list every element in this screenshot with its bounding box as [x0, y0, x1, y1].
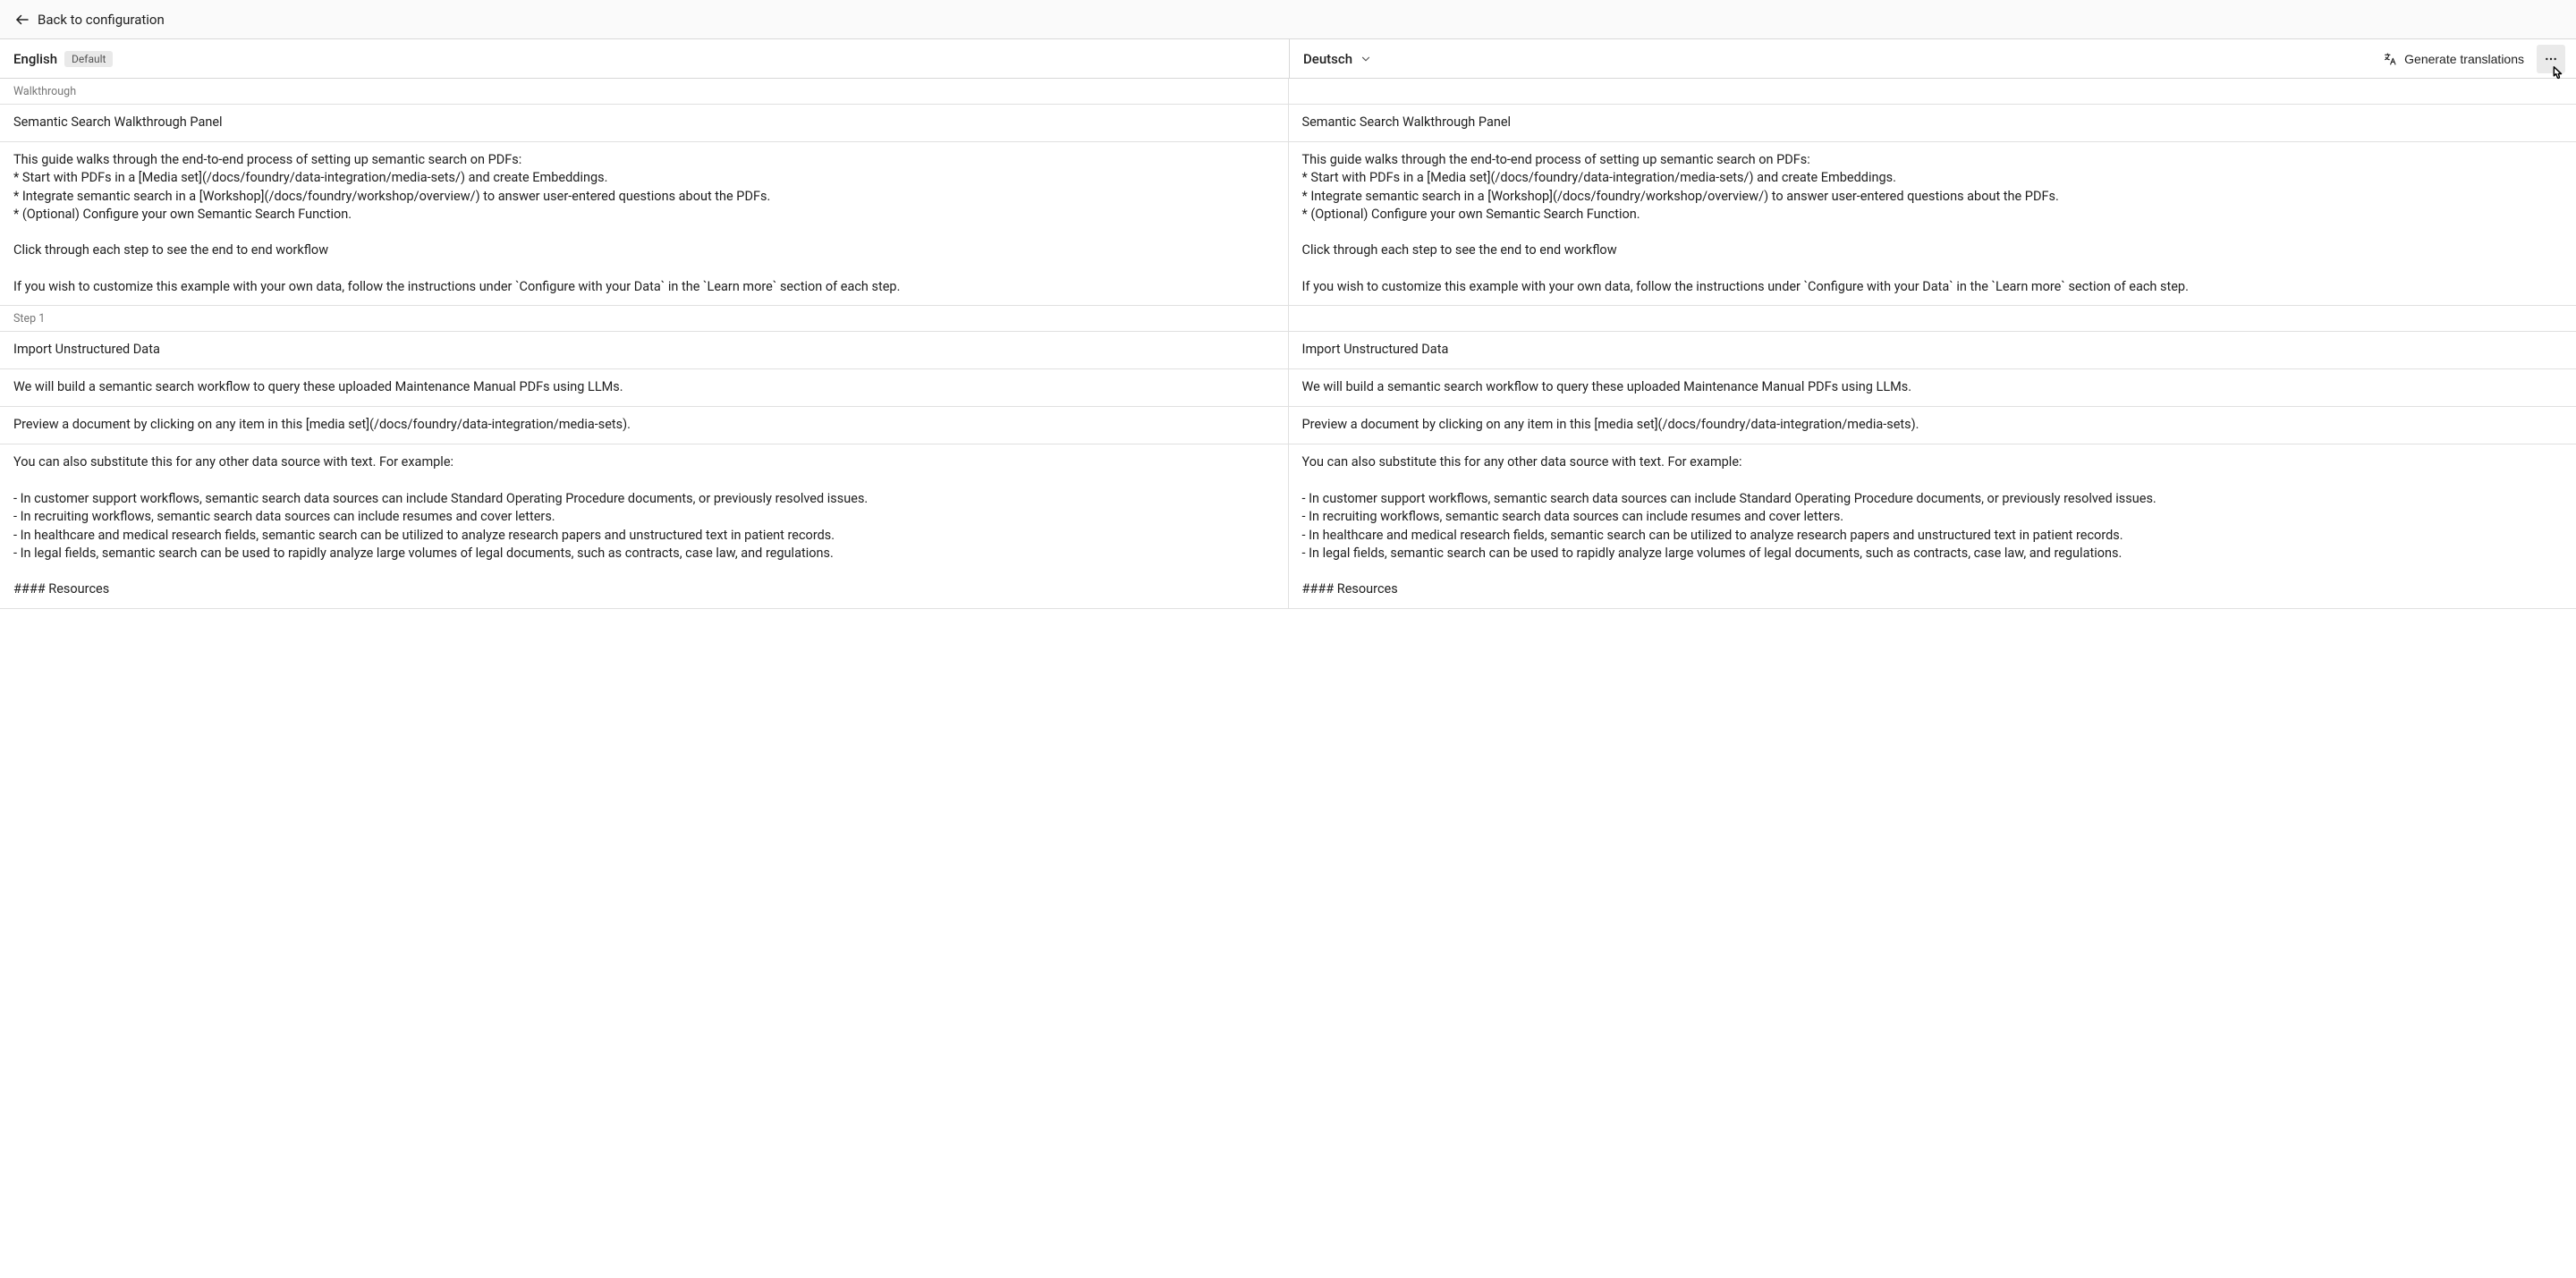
source-cell[interactable]: You can also substitute this for any oth… [0, 444, 1289, 607]
translate-icon [2383, 52, 2397, 66]
source-cell[interactable]: Preview a document by clicking on any it… [0, 407, 1289, 444]
arrow-left-icon [14, 12, 30, 28]
back-to-configuration-link[interactable]: Back to configuration [14, 12, 165, 28]
source-language-label: English [13, 51, 57, 67]
target-language-label: Deutsch [1303, 51, 1352, 67]
default-badge: Default [64, 51, 113, 67]
translation-row: Preview a document by clicking on any it… [0, 407, 2576, 444]
target-cell[interactable]: You can also substitute this for any oth… [1289, 444, 2576, 607]
more-horizontal-icon [2544, 52, 2558, 66]
target-cell[interactable]: Semantic Search Walkthrough Panel [1289, 105, 2576, 141]
source-language-col: English Default [0, 39, 1290, 78]
translation-row: You can also substitute this for any oth… [0, 444, 2576, 608]
source-cell[interactable]: This guide walks through the end-to-end … [0, 142, 1289, 305]
target-cell[interactable]: Preview a document by clicking on any it… [1289, 407, 2576, 444]
translation-row: Semantic Search Walkthrough Panel Semant… [0, 105, 2576, 142]
source-cell[interactable]: Import Unstructured Data [0, 332, 1289, 368]
translation-row: Import Unstructured Data Import Unstruct… [0, 332, 2576, 369]
target-language-col: Deutsch Generate translations [1290, 39, 2576, 78]
target-language-dropdown[interactable]: Deutsch [1303, 51, 1372, 67]
section-label: Walkthrough [0, 79, 1289, 104]
target-cell[interactable]: We will build a semantic search workflow… [1289, 369, 2576, 406]
more-options-button[interactable] [2537, 45, 2565, 73]
source-cell[interactable]: Semantic Search Walkthrough Panel [0, 105, 1289, 141]
section-label-right [1289, 306, 2576, 331]
translation-row: We will build a semantic search workflow… [0, 369, 2576, 407]
language-header: English Default Deutsch Gen [0, 39, 2576, 79]
translation-content: Walkthrough Semantic Search Walkthrough … [0, 79, 2576, 1278]
target-cell[interactable]: Import Unstructured Data [1289, 332, 2576, 368]
section-label: Step 1 [0, 306, 1289, 331]
section-header-row: Step 1 [0, 306, 2576, 332]
section-header-row: Walkthrough [0, 79, 2576, 105]
top-bar: Back to configuration [0, 0, 2576, 39]
source-cell[interactable]: We will build a semantic search workflow… [0, 369, 1289, 406]
translation-row: This guide walks through the end-to-end … [0, 142, 2576, 306]
generate-translations-label: Generate translations [2404, 52, 2524, 66]
chevron-down-icon [1360, 53, 1372, 65]
back-label: Back to configuration [38, 12, 165, 28]
target-cell[interactable]: This guide walks through the end-to-end … [1289, 142, 2576, 305]
section-label-right [1289, 79, 2576, 104]
generate-translations-button[interactable]: Generate translations [2374, 47, 2533, 71]
